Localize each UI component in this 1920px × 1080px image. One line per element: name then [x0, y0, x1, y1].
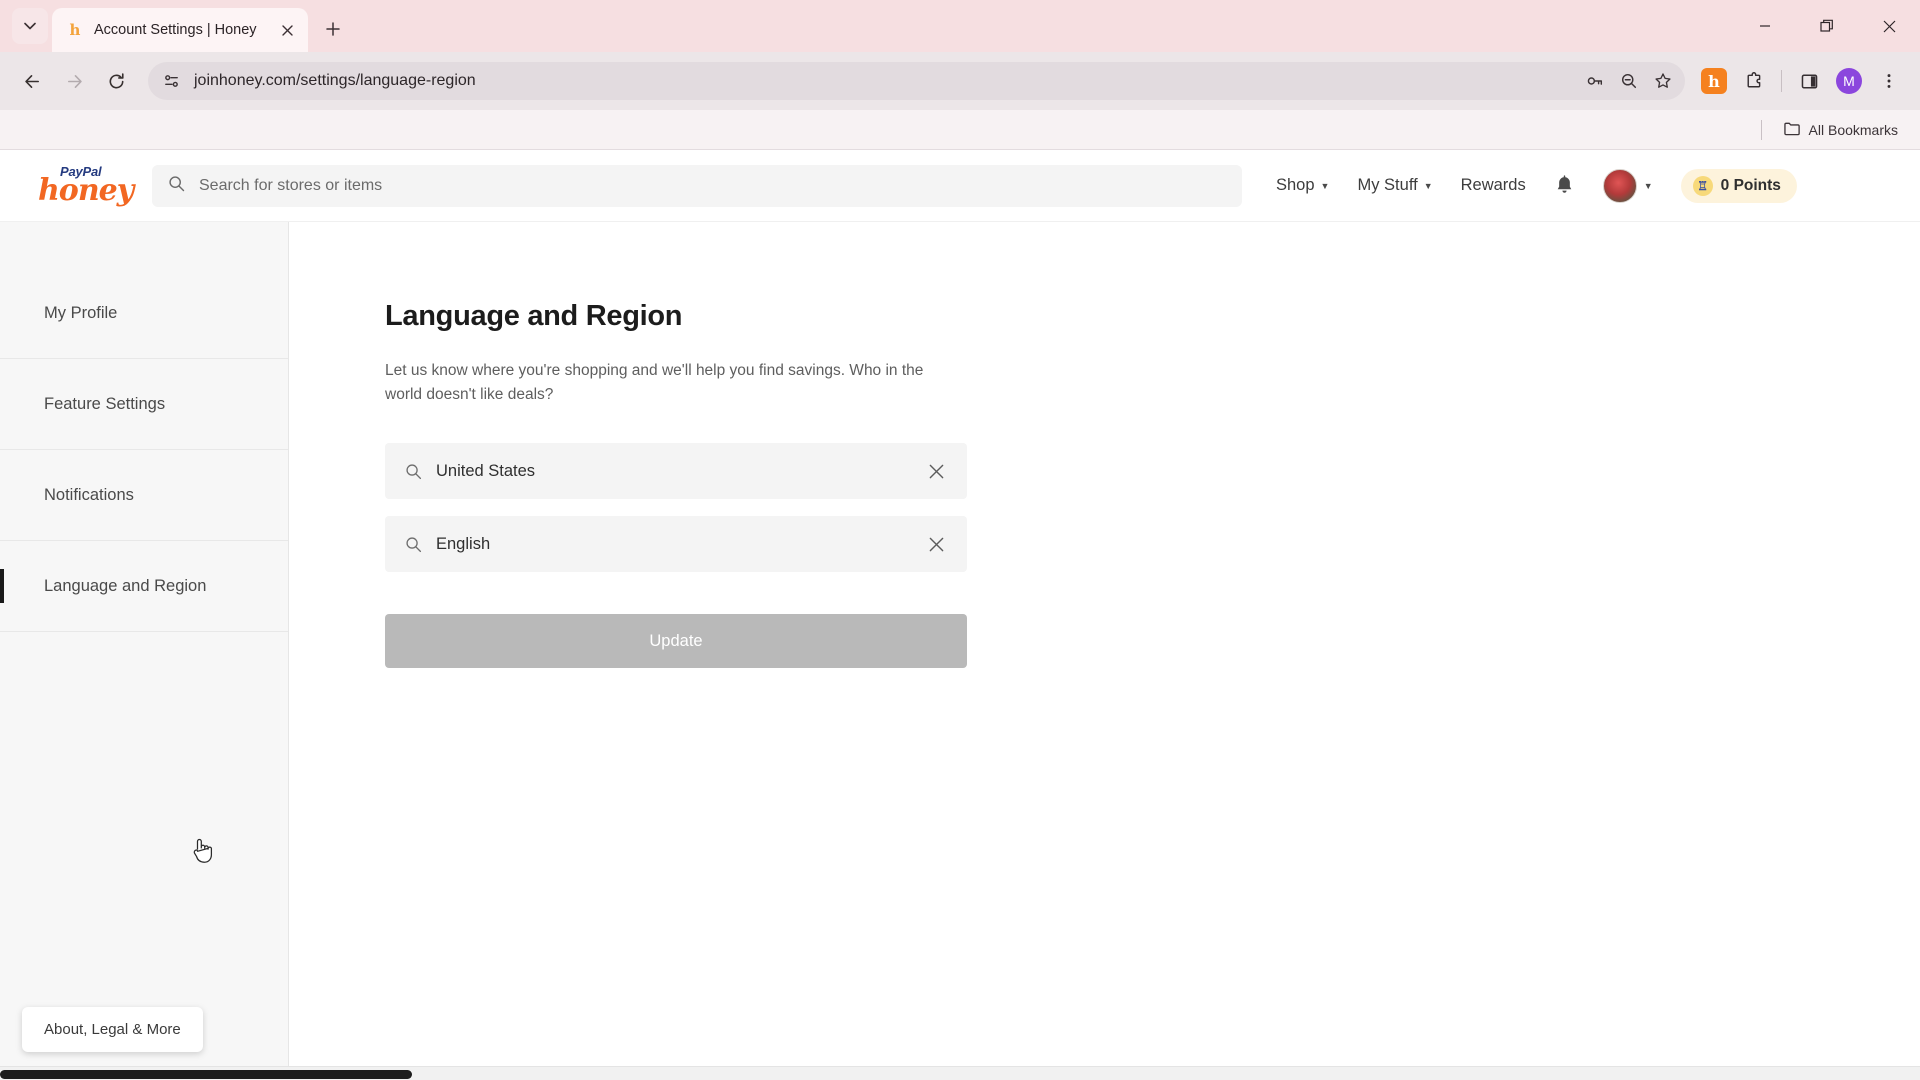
honey-logo[interactable]: PayPal honey [38, 165, 134, 206]
clear-icon[interactable] [928, 536, 945, 553]
browser-toolbar: joinhoney.com/settings/language-region h… [0, 52, 1920, 110]
bookmarks-bar: All Bookmarks [0, 110, 1920, 150]
back-button[interactable] [12, 61, 52, 101]
points-badge[interactable]: ♖ 0 Points [1680, 168, 1797, 203]
window-controls [1734, 0, 1920, 52]
sidebar-item-language-and-region[interactable]: Language and Region [0, 541, 288, 632]
settings-content: Language and Region Let us know where yo… [289, 222, 1920, 1080]
nav-label-shop: Shop [1276, 176, 1315, 194]
address-bar[interactable]: joinhoney.com/settings/language-region [148, 62, 1685, 100]
web-page: PayPal honey Shop ▼ My Stuff ▼ [0, 150, 1920, 1080]
language-value: English [436, 534, 491, 553]
forward-button[interactable] [54, 61, 94, 101]
nav-item-rewards[interactable]: Rewards [1461, 176, 1526, 195]
nav-item-shop[interactable]: Shop ▼ [1276, 176, 1329, 195]
tab-close-icon[interactable] [276, 19, 298, 41]
all-bookmarks-button[interactable]: All Bookmarks [1776, 116, 1906, 144]
horizontal-scrollbar[interactable] [0, 1066, 1920, 1080]
search-icon [168, 175, 185, 197]
search-icon [405, 536, 422, 553]
settings-sidebar: My Profile Feature Settings Notification… [0, 222, 289, 1080]
zoom-out-icon[interactable] [1613, 65, 1645, 97]
sidebar-item-feature-settings[interactable]: Feature Settings [0, 359, 288, 450]
new-tab-button[interactable] [316, 12, 350, 46]
avatar [1602, 168, 1637, 203]
page-description: Let us know where you're shopping and we… [385, 362, 924, 404]
update-button[interactable]: Update [385, 614, 967, 669]
nav-label-my-stuff: My Stuff [1357, 176, 1418, 194]
bookmark-star-icon[interactable] [1647, 65, 1679, 97]
clear-icon[interactable] [928, 463, 945, 480]
sidebar-label-feature-settings: Feature Settings [44, 394, 166, 413]
mouse-cursor [190, 836, 214, 866]
profile-initial: M [1836, 68, 1862, 94]
chrome-menu-icon[interactable] [1870, 62, 1908, 100]
browser-tab[interactable]: h Account Settings | Honey [52, 8, 308, 52]
page-title: Language and Region [385, 300, 683, 332]
nav-label-rewards: Rewards [1460, 176, 1526, 194]
about-legal-more-label: About, Legal & More [44, 1021, 181, 1038]
site-search-box[interactable] [152, 164, 1242, 207]
sidebar-label-my-profile: My Profile [44, 303, 118, 322]
all-bookmarks-label: All Bookmarks [1808, 121, 1898, 138]
search-icon [405, 463, 422, 480]
language-field[interactable]: English [385, 516, 967, 573]
site-nav: Shop ▼ My Stuff ▼ Rewards ▼ ♖ 0 Points [1276, 168, 1797, 203]
browser-window: h Account Settings | Honey joinhoney.com… [0, 0, 1920, 1080]
side-panel-icon[interactable] [1790, 62, 1828, 100]
user-avatar-menu[interactable]: ▼ [1602, 168, 1653, 203]
tab-strip: h Account Settings | Honey [0, 0, 1920, 52]
honey-favicon-icon: h [69, 21, 81, 39]
sidebar-label-language-and-region: Language and Region [44, 576, 207, 595]
about-legal-more-button[interactable]: About, Legal & More [22, 1007, 203, 1052]
folder-icon [1783, 121, 1801, 139]
chevron-down-icon: ▼ [1643, 180, 1653, 191]
toolbar-divider [1781, 70, 1782, 92]
country-field[interactable]: United States [385, 443, 967, 500]
address-bar-actions [1579, 65, 1679, 97]
sidebar-item-notifications[interactable]: Notifications [0, 450, 288, 541]
sidebar-label-notifications: Notifications [44, 485, 134, 504]
nav-item-my-stuff[interactable]: My Stuff ▼ [1357, 176, 1432, 195]
trophy-icon: ♖ [1692, 175, 1713, 196]
toolbar-right-icons: h M [1695, 62, 1908, 100]
page-body: My Profile Feature Settings Notification… [0, 222, 1920, 1080]
bookmarks-divider [1760, 119, 1762, 140]
reload-button[interactable] [96, 61, 136, 101]
points-label: 0 Points [1720, 176, 1781, 194]
honey-extension-icon[interactable]: h [1695, 62, 1733, 100]
scrollbar-thumb[interactable] [0, 1070, 412, 1079]
profile-avatar-button[interactable]: M [1830, 62, 1868, 100]
site-search-input[interactable] [197, 175, 1226, 196]
close-button[interactable] [1858, 0, 1920, 52]
password-manager-icon[interactable] [1579, 65, 1611, 97]
country-value: United States [436, 461, 536, 480]
page-info-icon[interactable] [156, 66, 186, 96]
sidebar-item-my-profile[interactable]: My Profile [0, 268, 288, 359]
chevron-down-icon: ▼ [1423, 180, 1433, 191]
tab-search-button[interactable] [12, 8, 48, 44]
tab-title: Account Settings | Honey [94, 22, 257, 38]
minimize-button[interactable] [1734, 0, 1796, 52]
bell-icon[interactable] [1554, 174, 1575, 197]
honey-wordmark: honey [38, 173, 134, 208]
address-bar-url: joinhoney.com/settings/language-region [194, 72, 476, 89]
extensions-puzzle-icon[interactable] [1735, 62, 1773, 100]
maximize-button[interactable] [1796, 0, 1858, 52]
site-header: PayPal honey Shop ▼ My Stuff ▼ [0, 150, 1920, 222]
chevron-down-icon: ▼ [1320, 180, 1330, 191]
